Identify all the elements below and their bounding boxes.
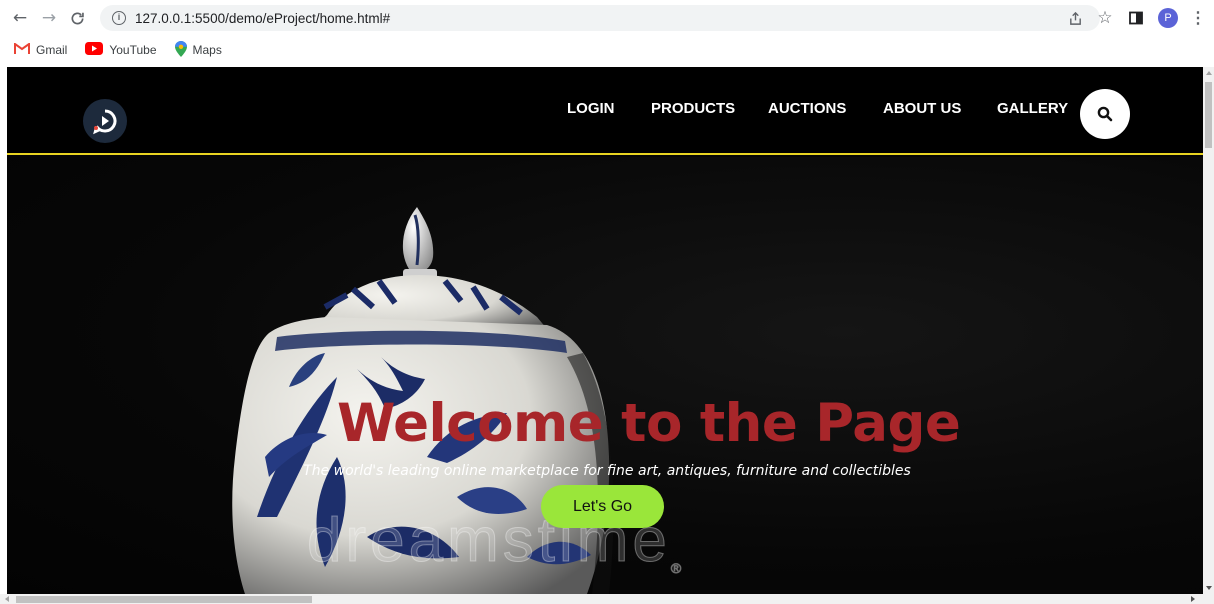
profile-avatar[interactable]: P — [1156, 6, 1180, 30]
browser-toolbar: ← → i 127.0.0.1:5500/demo/eProject/home.… — [0, 0, 1214, 36]
scroll-up-arrow-icon[interactable] — [1206, 71, 1212, 75]
hero-section: dreamstime® Welcome to the Page The worl… — [7, 157, 1203, 594]
horizontal-scroll-thumb[interactable] — [16, 596, 312, 603]
more-icon[interactable]: ⋮ — [1188, 6, 1208, 30]
profile-initial: P — [1158, 8, 1178, 28]
share-icon[interactable] — [1063, 6, 1087, 30]
vertical-scroll-thumb[interactable] — [1205, 82, 1212, 148]
side-panel-icon[interactable] — [1124, 6, 1148, 30]
horizontal-scrollbar[interactable] — [0, 594, 1214, 604]
scroll-down-arrow-icon[interactable] — [1206, 586, 1212, 590]
lets-go-button[interactable]: Let's Go — [541, 485, 664, 528]
info-icon[interactable]: i — [112, 11, 126, 25]
nav-products[interactable]: PRODUCTS — [651, 100, 735, 117]
bookmark-label: Maps — [192, 43, 222, 57]
maps-icon — [174, 40, 187, 60]
url-text: 127.0.0.1:5500/demo/eProject/home.html# — [135, 10, 391, 26]
site-logo[interactable] — [83, 99, 127, 143]
bookmark-gmail[interactable]: Gmail — [14, 41, 68, 58]
bookmark-youtube[interactable]: YouTube — [85, 42, 157, 58]
logo-icon — [93, 109, 117, 135]
bookmark-label: Gmail — [36, 43, 68, 57]
search-icon — [1097, 106, 1113, 122]
nav-gallery[interactable]: GALLERY — [997, 100, 1068, 117]
scroll-right-arrow-icon[interactable] — [1191, 596, 1195, 602]
site-header: LOGIN PRODUCTS AUCTIONS ABOUT US GALLERY — [7, 67, 1203, 155]
hero-title: Welcome to the Page — [337, 393, 961, 454]
address-bar[interactable]: i 127.0.0.1:5500/demo/eProject/home.html… — [100, 5, 1100, 31]
reload-icon[interactable] — [66, 7, 88, 29]
search-button[interactable] — [1080, 89, 1130, 139]
bookmarks-bar: Gmail YouTube Maps — [0, 36, 1214, 64]
bookmark-label: YouTube — [109, 43, 157, 57]
page-viewport: LOGIN PRODUCTS AUCTIONS ABOUT US GALLERY — [7, 67, 1203, 594]
nav-about-us[interactable]: ABOUT US — [883, 100, 961, 117]
forward-icon[interactable]: → — [38, 7, 60, 29]
back-icon[interactable]: ← — [9, 7, 31, 29]
scroll-left-arrow-icon[interactable] — [5, 596, 9, 602]
youtube-icon — [85, 42, 104, 58]
bookmark-maps[interactable]: Maps — [174, 40, 222, 60]
star-icon[interactable]: ☆ — [1093, 6, 1117, 30]
vertical-scrollbar[interactable] — [1203, 67, 1214, 594]
gmail-icon — [14, 41, 30, 58]
hero-subtitle: The world's leading online marketplace f… — [303, 463, 911, 479]
nav-login[interactable]: LOGIN — [567, 100, 615, 117]
nav-auctions[interactable]: AUCTIONS — [768, 100, 846, 117]
